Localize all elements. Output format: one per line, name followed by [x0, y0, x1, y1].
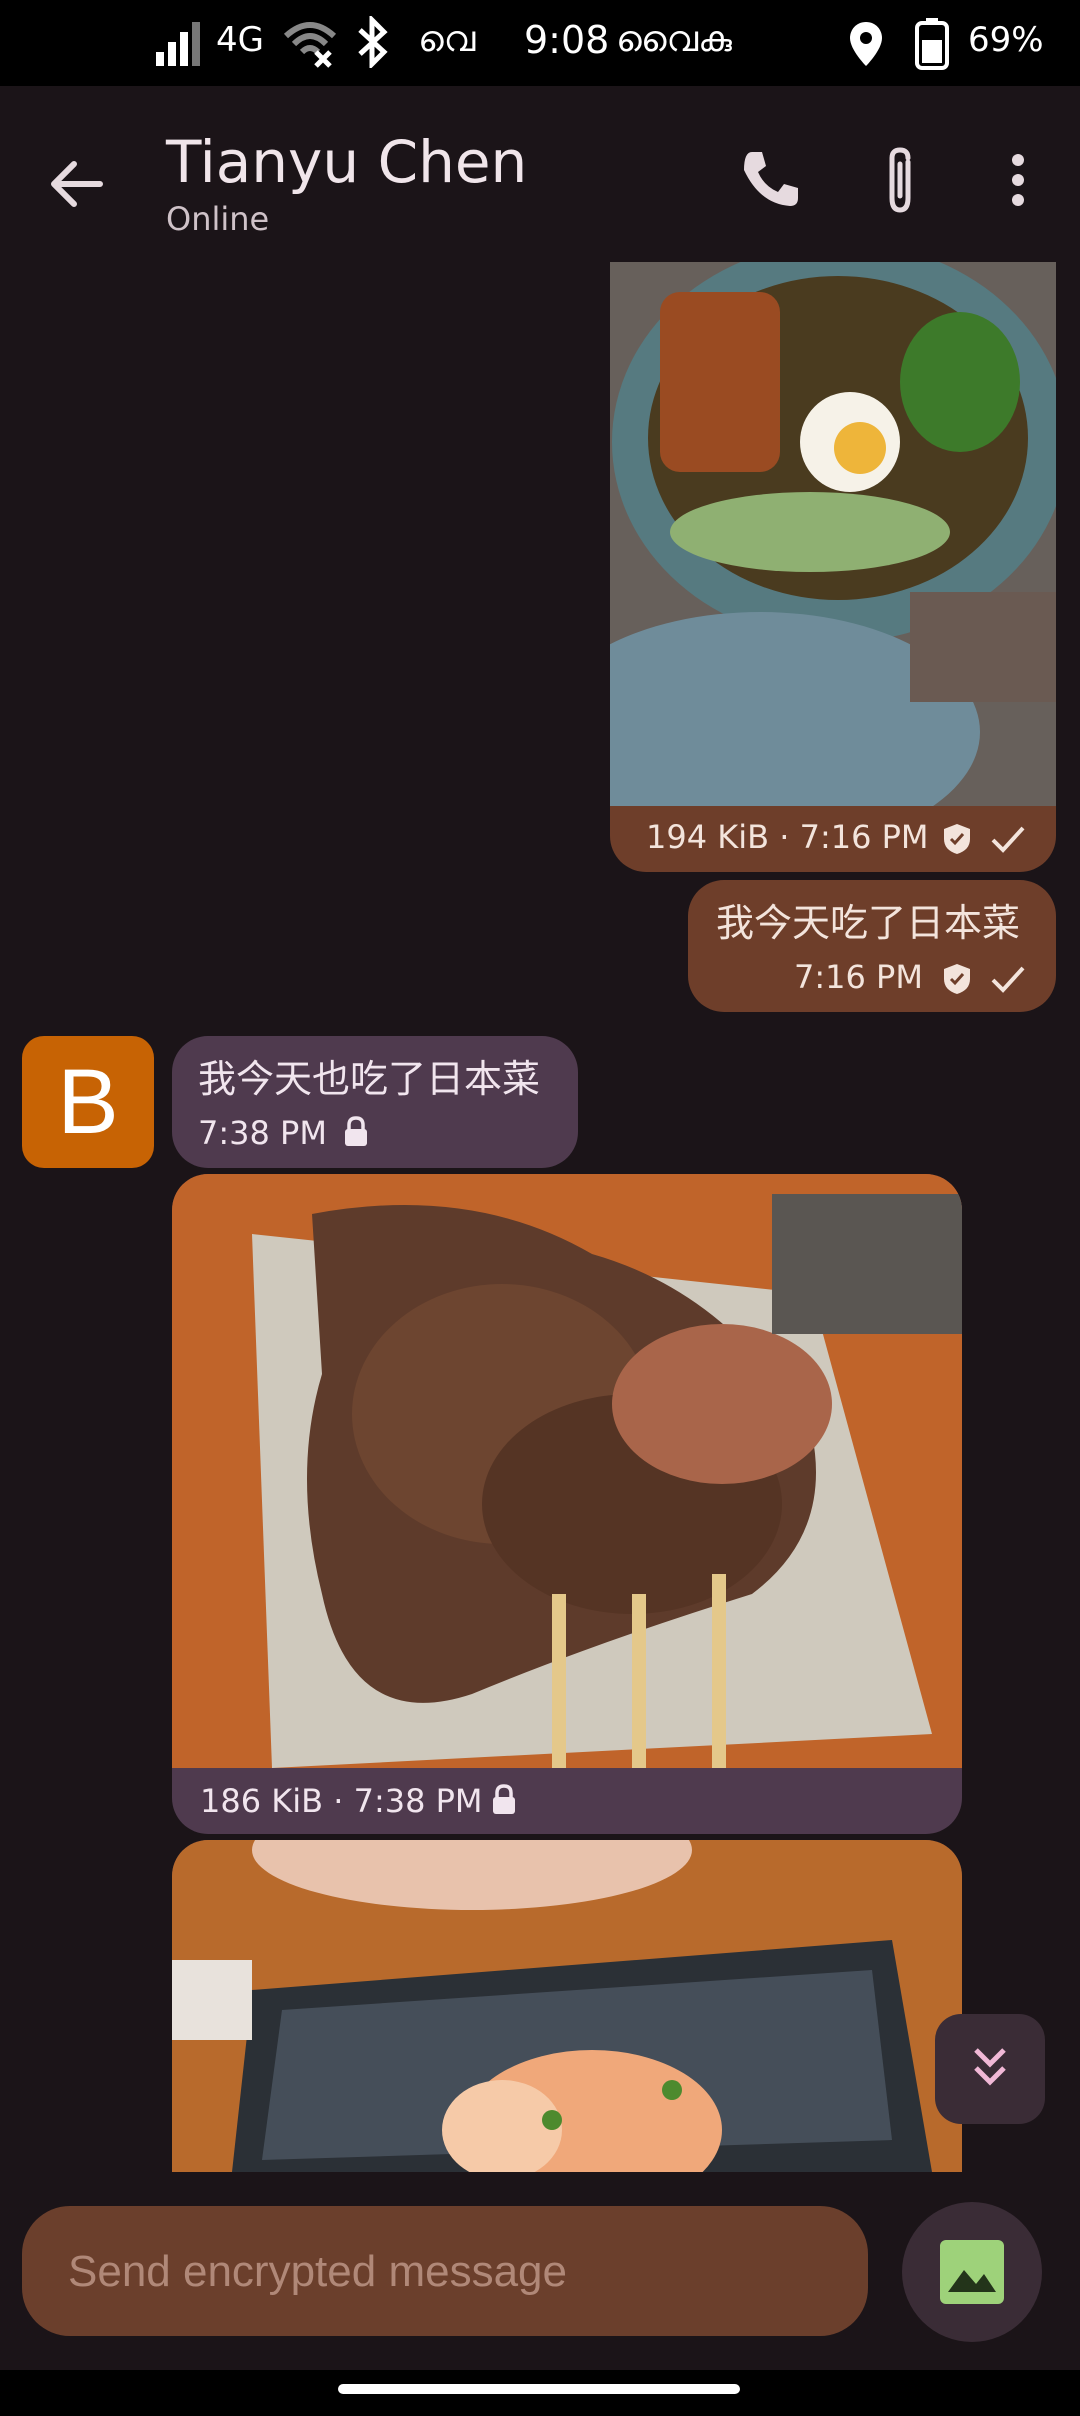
lock-icon	[493, 1784, 515, 1814]
arrow-left-icon	[51, 161, 103, 207]
shield-check-icon	[944, 964, 970, 994]
attach-button[interactable]	[862, 140, 942, 220]
bluetooth-icon	[358, 16, 388, 68]
image-meta-text: 194 KiB · 7:16 PM	[646, 818, 929, 856]
wifi-off-icon	[284, 22, 336, 68]
shield-check-icon	[944, 824, 970, 854]
incoming-text-message[interactable]: 我今天也吃了日本菜 7:38 PM	[172, 1036, 578, 1168]
image-meta: 194 KiB · 7:16 PM	[646, 818, 929, 856]
more-options-button[interactable]	[978, 140, 1058, 220]
message-text: 我今天吃了日本菜	[716, 901, 1021, 945]
status-bar: 4G വെ 9:08 വൈകു 69%	[0, 0, 1080, 86]
image-meta-text: 186 KiB · 7:38 PM	[200, 1782, 483, 1820]
location-icon	[850, 22, 882, 66]
contact-name[interactable]: Tianyu Chen	[166, 122, 527, 202]
image-icon	[940, 2240, 1004, 2304]
network-type: 4G	[216, 20, 264, 60]
outgoing-text-message[interactable]: 我今天吃了日本菜 7:16 PM	[688, 880, 1056, 1012]
message-input[interactable]	[66, 2206, 850, 2338]
phone-icon	[744, 152, 798, 206]
food-photo-sushi[interactable]	[172, 1840, 962, 2172]
message-text: 我今天也吃了日本菜	[198, 1057, 541, 1101]
lock-icon	[345, 1116, 367, 1146]
message-time: 7:16 PM	[794, 958, 923, 996]
food-photo-skewers[interactable]	[172, 1174, 962, 1768]
top-app-bar: Tianyu Chen Online	[0, 86, 1080, 262]
incoming-image-message[interactable]: 186 KiB · 7:38 PM	[172, 1174, 962, 1834]
clock-period: വൈകു	[616, 19, 732, 60]
signal-icon	[156, 22, 200, 66]
battery-icon	[915, 18, 949, 70]
incoming-image-message[interactable]	[172, 1840, 962, 2172]
status-label: വെ	[418, 19, 476, 60]
check-icon	[991, 826, 1025, 853]
back-button[interactable]	[38, 144, 118, 224]
battery-percent: 69%	[968, 20, 1044, 60]
more-vert-icon	[1012, 154, 1024, 206]
scroll-to-bottom-button[interactable]	[935, 2014, 1045, 2124]
outgoing-image-message[interactable]: 194 KiB · 7:16 PM	[610, 262, 1056, 872]
food-photo-ramen[interactable]	[610, 262, 1056, 806]
clock: 9:08	[524, 18, 610, 62]
call-button[interactable]	[730, 140, 810, 220]
message-time: 7:38 PM	[198, 1114, 327, 1152]
sender-avatar[interactable]: B	[22, 1036, 154, 1168]
gesture-handle[interactable]	[338, 2384, 740, 2394]
paperclip-icon	[889, 147, 911, 213]
send-image-button[interactable]	[902, 2202, 1042, 2342]
double-chevron-down-icon	[974, 2048, 1006, 2086]
presence-status: Online	[166, 200, 270, 238]
message-composer	[22, 2206, 868, 2338]
check-icon	[991, 966, 1025, 993]
